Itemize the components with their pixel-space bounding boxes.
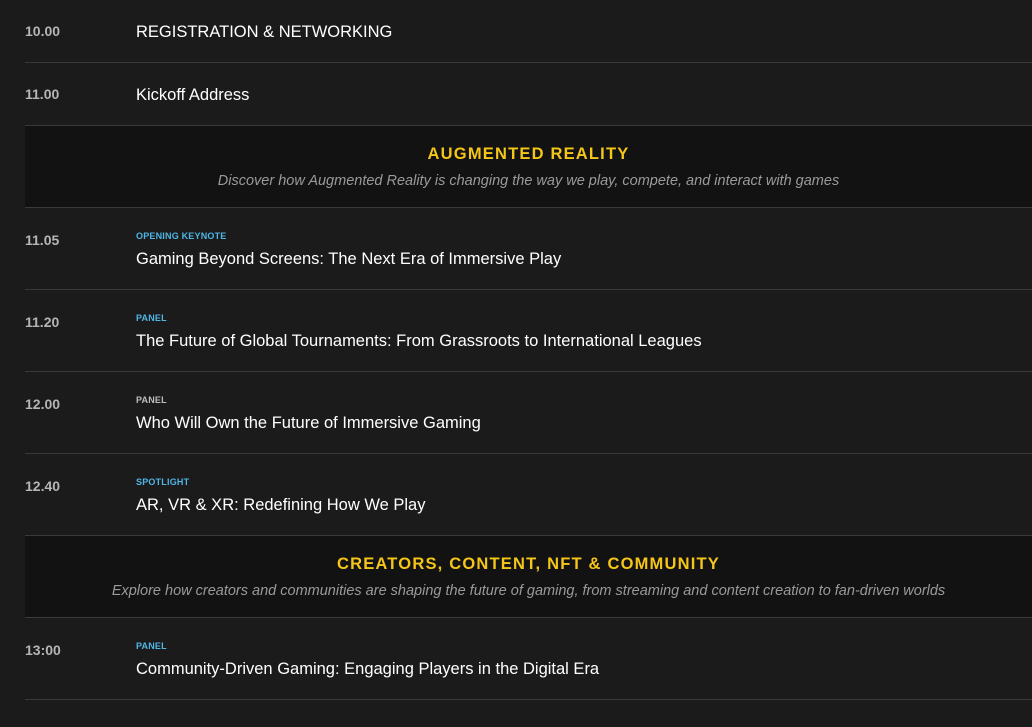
session-title: The Future of Global Tournaments: From G… <box>136 332 702 350</box>
session-time: 11.05 <box>25 232 60 248</box>
agenda-row: 13:00 PANEL Community-Driven Gaming: Eng… <box>25 618 1032 700</box>
session-tag: PANEL <box>136 313 167 323</box>
section-title: CREATORS, CONTENT, NFT & COMMUNITY <box>336 555 720 573</box>
agenda-row: 12.00 PANEL Who Will Own the Future of I… <box>25 372 1032 454</box>
agenda-list: 10.00 REGISTRATION & NETWORKING 11.00 Ki… <box>25 0 1032 700</box>
agenda-row: 11.20 PANEL The Future of Global Tournam… <box>25 290 1032 372</box>
session-tag: OPENING KEYNOTE <box>136 231 227 241</box>
session-time: 12.00 <box>25 396 61 412</box>
session-tag: PANEL <box>136 641 167 651</box>
session-time: 10.00 <box>25 23 61 39</box>
section-description: Explore how creators and communities are… <box>111 583 946 599</box>
session-time: 12.40 <box>25 478 61 494</box>
section-header-creators-content: CREATORS, CONTENT, NFT & COMMUNITY Explo… <box>25 536 1032 618</box>
agenda-row: 10.00 REGISTRATION & NETWORKING <box>25 0 1032 63</box>
agenda-row: 11.05 OPENING KEYNOTE Gaming Beyond Scre… <box>25 208 1032 290</box>
session-title: Community-Driven Gaming: Engaging Player… <box>136 660 600 678</box>
section-description: Discover how Augmented Reality is changi… <box>217 173 840 189</box>
session-title: AR, VR & XR: Redefining How We Play <box>136 496 426 514</box>
session-time: 11.20 <box>25 314 60 330</box>
section-header-augmented-reality: AUGMENTED REALITY Discover how Augmented… <box>25 126 1032 208</box>
session-title: Gaming Beyond Screens: The Next Era of I… <box>136 250 562 268</box>
session-time: 13:00 <box>25 642 61 658</box>
agenda-row: 12.40 SPOTLIGHT AR, VR & XR: Redefining … <box>25 454 1032 536</box>
session-title: Who Will Own the Future of Immersive Gam… <box>136 414 481 432</box>
section-title: AUGMENTED REALITY <box>427 145 630 163</box>
session-tag: PANEL <box>136 395 167 405</box>
session-title: Kickoff Address <box>136 86 250 104</box>
agenda-row: 11.00 Kickoff Address <box>25 63 1032 126</box>
session-time: 11.00 <box>25 86 60 102</box>
session-tag: SPOTLIGHT <box>136 477 190 487</box>
session-title: REGISTRATION & NETWORKING <box>136 23 393 41</box>
